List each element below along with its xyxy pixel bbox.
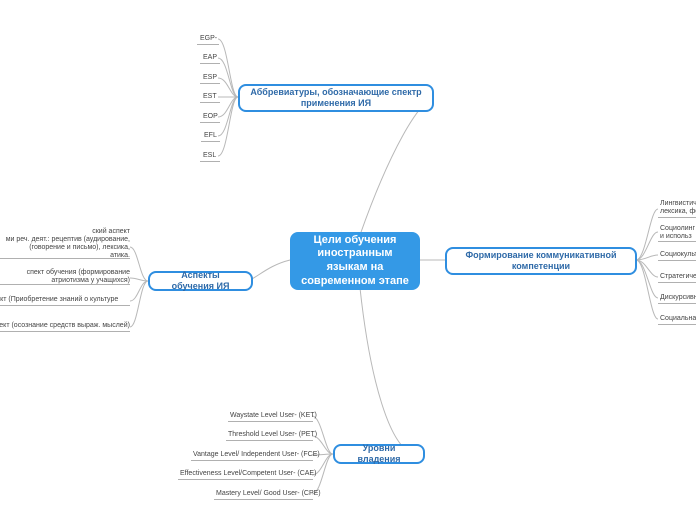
levels-item: Threshold Level User- (PET) <box>228 431 317 438</box>
leaf-underline <box>0 284 130 285</box>
branch-aspects-label: Аспекты обучения ИЯ <box>160 270 241 293</box>
branch-levels[interactable]: Уровни владения <box>333 444 425 464</box>
leaf-underline <box>200 102 220 103</box>
leaf-underline <box>178 479 313 480</box>
leaf-underline <box>0 331 130 332</box>
aspects-item: ский аспектми реч. деят.: рецептив (ауди… <box>0 228 130 260</box>
leaf-underline <box>658 303 696 304</box>
levels-item: Waystate Level User- (KET) <box>230 412 317 419</box>
abbrev-item: EGP- <box>200 35 217 42</box>
leaf-underline <box>191 460 313 461</box>
leaf-underline <box>658 324 696 325</box>
leaf-underline <box>0 305 130 306</box>
leaf-underline <box>200 63 220 64</box>
abbrev-item: ESP <box>203 74 217 81</box>
aspects-item: спект обучения (формированиеатриотизма у… <box>0 269 130 285</box>
central-label: Цели обучения иностранным языкам на совр… <box>300 234 410 289</box>
competence-item: Социокульт <box>660 251 696 258</box>
leaf-underline <box>658 217 696 218</box>
leaf-underline <box>658 241 696 242</box>
leaf-underline <box>200 161 220 162</box>
levels-item: Vantage Level/ Independent User- (FCE) <box>193 451 320 458</box>
levels-item: Effectiveness Level/Competent User- (CAE… <box>180 470 316 477</box>
leaf-underline <box>658 282 696 283</box>
branch-competence-label: Формирование коммуникативной компетенции <box>457 250 625 273</box>
branch-abbrev-label: Аббревиатуры, обозначающие спектр примен… <box>250 87 422 110</box>
leaf-underline <box>658 260 696 261</box>
abbrev-item: ESL <box>203 152 216 159</box>
competence-item: Социолинги использ <box>660 225 696 241</box>
abbrev-item: EOP <box>203 113 218 120</box>
aspects-item: аспект (Приобретение знаний о культуре <box>0 296 118 303</box>
leaf-underline <box>201 141 220 142</box>
leaf-underline <box>0 258 130 259</box>
branch-abbrev[interactable]: Аббревиатуры, обозначающие спектр примен… <box>238 84 434 112</box>
leaf-underline <box>197 44 219 45</box>
competence-item: Стратегичес <box>660 273 696 280</box>
aspects-item: спект (осознание средств выраж. мыслей) <box>0 322 130 329</box>
abbrev-item: EST <box>203 93 217 100</box>
levels-item: Mastery Level/ Good User- (CPE) <box>216 490 321 497</box>
competence-item: Социальная <box>660 315 696 322</box>
branch-levels-label: Уровни владения <box>345 443 413 466</box>
competence-item: Дискурсивн <box>660 294 696 301</box>
central-node[interactable]: Цели обучения иностранным языкам на совр… <box>290 232 420 290</box>
abbrev-item: EAP <box>203 54 217 61</box>
leaf-underline <box>214 499 313 500</box>
competence-item: Лингвистичлексика, фо <box>660 200 696 216</box>
mindmap-canvas: Цели обучения иностранным языкам на совр… <box>0 0 696 520</box>
leaf-underline <box>200 122 220 123</box>
leaf-underline <box>226 440 313 441</box>
branch-aspects[interactable]: Аспекты обучения ИЯ <box>148 271 253 291</box>
leaf-underline <box>228 421 313 422</box>
leaf-underline <box>200 83 220 84</box>
branch-competence[interactable]: Формирование коммуникативной компетенции <box>445 247 637 275</box>
abbrev-item: EFL <box>204 132 217 139</box>
